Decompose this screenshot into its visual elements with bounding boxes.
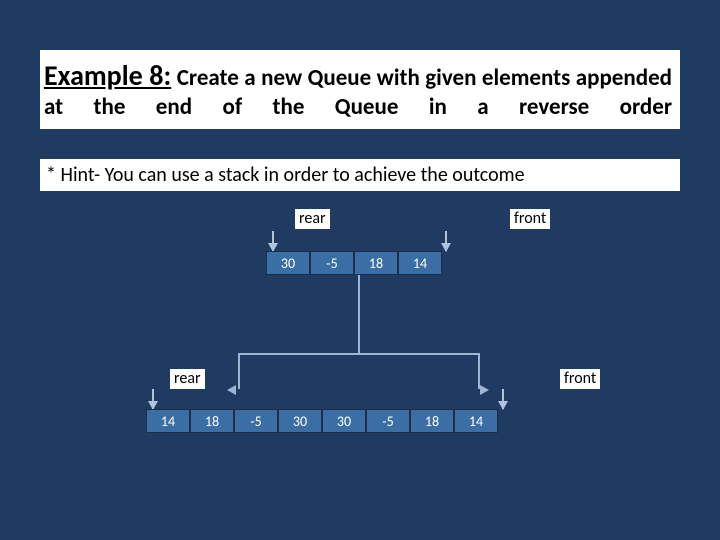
example-header: Example 8: Create a new Queue with given… — [40, 50, 680, 129]
queue-cell: 14 — [398, 251, 442, 275]
front-pointer-bottom — [502, 389, 504, 409]
queue-cell: -5 — [366, 409, 410, 433]
queue-original: 30 -5 18 14 — [266, 251, 442, 275]
queue-cell: 18 — [410, 409, 454, 433]
front-label-bottom: front — [560, 369, 600, 389]
queue-diagram: rear front 30 -5 18 14 rear front 14 18 … — [40, 201, 680, 501]
split-arrow-left-head — [227, 385, 236, 395]
rear-pointer-bottom — [152, 389, 154, 409]
queue-cell: 30 — [266, 251, 310, 275]
split-arrow-right-stem — [478, 353, 480, 389]
rear-label-top: rear — [295, 209, 330, 229]
queue-cell: -5 — [234, 409, 278, 433]
split-arrow-bar — [238, 353, 480, 355]
queue-cell: 14 — [146, 409, 190, 433]
front-pointer-top — [445, 231, 447, 251]
queue-cell: 30 — [322, 409, 366, 433]
rear-pointer-top — [272, 231, 274, 251]
queue-cell: 30 — [278, 409, 322, 433]
title-strong: Example 8: — [44, 58, 171, 93]
queue-cell: 14 — [454, 409, 498, 433]
queue-cell: 18 — [354, 251, 398, 275]
split-arrow-stem — [358, 275, 360, 355]
hint-text: * Hint- You can use a stack in order to … — [40, 159, 680, 191]
split-arrow-left-stem — [238, 353, 240, 389]
split-arrow-right-head — [480, 385, 489, 395]
queue-cell: -5 — [310, 251, 354, 275]
rear-label-bottom: rear — [170, 369, 205, 389]
queue-cell: 18 — [190, 409, 234, 433]
front-label-top: front — [510, 209, 550, 229]
queue-result: 14 18 -5 30 30 -5 18 14 — [146, 409, 498, 433]
